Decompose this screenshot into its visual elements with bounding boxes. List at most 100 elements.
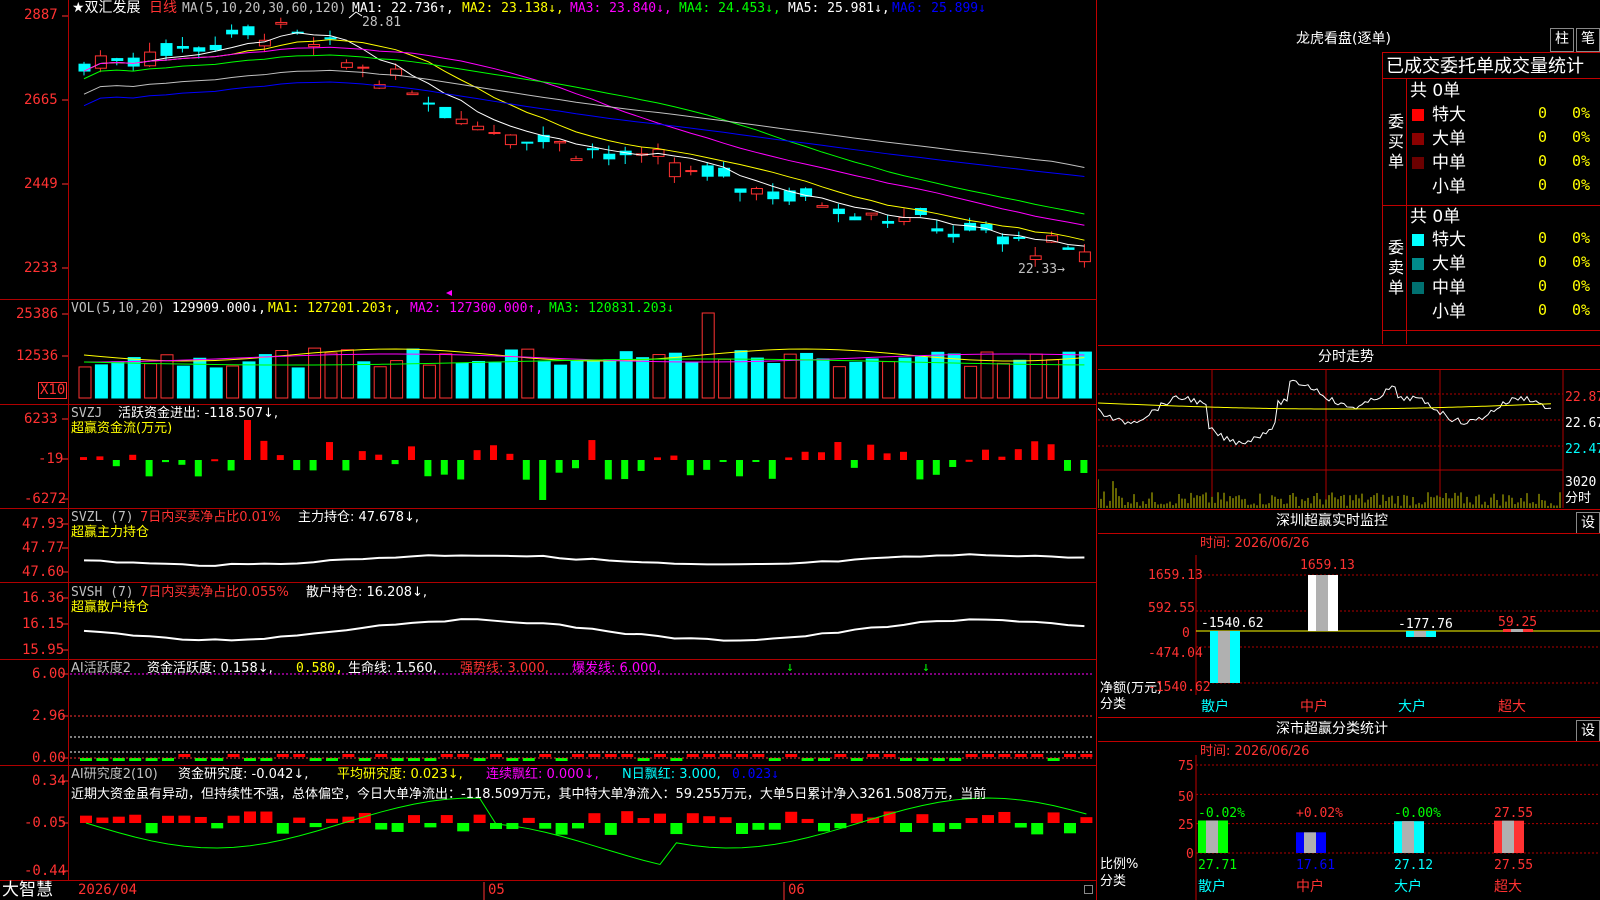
fund-flow-bar [965,459,973,462]
research-bar [686,813,699,823]
stats-y-tick: 75 [1178,759,1194,774]
ai-active-bar [1031,754,1044,757]
ma-line [83,32,1085,247]
research-bar [473,814,486,823]
buy-orders-label: 委买单 [1388,112,1405,171]
candle-body [160,43,173,56]
candle-body [406,92,419,96]
ai-active-bar [736,754,748,757]
ai-active-bar [522,758,535,761]
volume-bar [767,363,781,399]
monitor-time: 时间: 2026/06/26 [1200,536,1310,551]
fund-flow-bar [260,440,268,460]
stats-x-title: 分类 [1100,874,1127,889]
ai-active-bar [686,754,699,757]
lock-icon[interactable] [1084,885,1093,894]
right-panel: 龙虎看盘(逐单) 柱 笔 已成交委托单成交量统计 委买单 共 0单 委卖单 共 … [1098,0,1600,900]
ai-active-bar [539,754,552,757]
main-chart-canvas [62,11,1094,900]
research-bar [539,823,552,829]
fund-flow-bar [112,460,120,467]
ai-burst-line: 爆发线: 6.000, [572,661,661,676]
candle-body [209,44,222,51]
research-bar [162,815,174,823]
candle-body [127,57,140,67]
candle-body [308,44,321,48]
svzj-label: SVZJ [71,406,103,421]
period-label[interactable]: 日线 [149,1,177,16]
candle-body [488,132,501,135]
fund-flow-bar [900,451,907,460]
fund-flow-bar [1047,444,1055,460]
fund-flow-bar [211,459,219,462]
monitor-category: 散户 [1201,699,1229,715]
stats-title: 深市超赢分类统计 [1276,721,1388,737]
stats-top-label: 27.55 [1494,806,1534,821]
candle-body [176,46,189,49]
research-bar [260,811,273,823]
ai-active-bar [834,754,847,757]
fund-flow-bar [637,460,645,471]
candle-body [1078,251,1091,263]
volume-bars [78,312,1092,399]
svzj-tick-3: -6272 [24,491,67,507]
research-bar [145,823,158,834]
research-bar [555,823,568,835]
volume-bar [964,365,978,399]
research-bar [309,823,322,828]
ai-active-bar [965,754,978,757]
ai-active-bar [375,754,388,757]
buy-row-count: 0 [1538,104,1548,122]
volume-bar [242,361,256,399]
fund-flow-bar [834,442,842,460]
ai-active-bar [490,754,502,757]
sell-swatch [1412,306,1424,318]
buy-row-pct: 0% [1572,128,1591,146]
svzl-tick-1: 47.93 [22,516,65,532]
fund-flow-bar [539,460,547,500]
intraday-vol-label: 分时 [1565,491,1592,506]
ai-active-bar [998,754,1011,757]
monitor-settings-button[interactable]: 设 [1576,512,1600,534]
tick-mode-button[interactable]: 笔 [1576,28,1600,52]
volume-bar [1013,359,1027,399]
monitor-category: 超大 [1498,699,1526,715]
research-bar [293,817,306,823]
ma6-value: MA6: 25.899↓ [892,1,986,16]
candle-body [865,212,878,216]
axis-date-start: 2026/04 [78,882,138,898]
candle-body [94,55,107,69]
research-bar [457,823,470,832]
fund-flow-bar [686,460,694,476]
svzl-line [83,553,1085,567]
stats-bar [1296,832,1326,853]
candle-body [242,26,255,36]
vol-tick-2: 12536 [16,348,59,364]
fund-flow-bar [998,456,1006,460]
ai-research-avg: 平均研究度: 0.023↓, [337,767,463,782]
svsh-position: 散户持仓: 16.208↓, [306,585,428,600]
volume-bar [636,357,650,399]
stats-settings-button[interactable]: 设 [1576,720,1600,742]
fund-flow-bar [703,460,711,470]
bar-mode-button[interactable]: 柱 [1550,28,1574,52]
candle-body [1013,236,1026,239]
ma-line [83,39,1085,241]
vol-unit-badge[interactable]: X10 [38,382,68,399]
axis-month-05: 05 [488,882,505,898]
research-bar [785,811,798,823]
ai-arrow-1: ↓ [786,660,794,675]
stock-title[interactable]: ★双汇发展 [72,1,141,16]
fund-flow-bar [555,460,563,473]
ma2-value: MA2: 23.138↓, [462,1,564,16]
candle-body [111,58,124,61]
ai-active-bar [670,758,683,761]
volume-bar [570,360,584,399]
ai-active-bar [703,754,716,757]
fund-flow-bar [440,460,448,475]
stats-top-label: +0.02% [1296,806,1343,821]
candle-body [78,63,91,72]
research-bar [654,813,666,823]
ma1-value: MA1: 22.736↑, [352,1,454,16]
ai-arrow-2: ↓ [922,660,930,675]
